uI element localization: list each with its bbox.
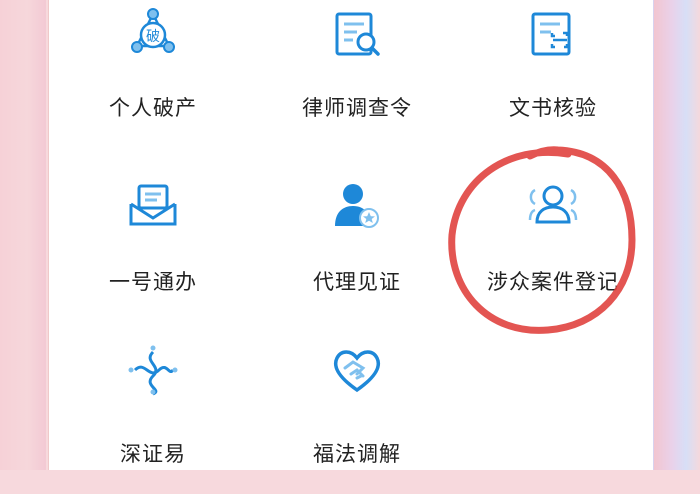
- service-tile-one-stop[interactable]: 一号通办: [53, 176, 253, 326]
- service-tile-fufa-mediation[interactable]: 福法调解: [257, 344, 457, 494]
- svg-text:破: 破: [146, 29, 160, 45]
- service-tile-document-verification[interactable]: 文书核验: [453, 0, 653, 150]
- service-label: 一号通办: [109, 270, 197, 294]
- service-label: 深证易: [120, 442, 186, 466]
- document-verify-icon: [527, 8, 579, 60]
- right-background-edge: [654, 0, 700, 470]
- service-tile-shenzhengyi[interactable]: 深证易: [53, 344, 253, 494]
- services-panel: 破 个人破产 律师调查令 文书核验 一号通办 代理见证 涉众案件登记 深证易 福…: [48, 0, 654, 470]
- service-label: 个人破产: [109, 96, 197, 120]
- mass-case-registration-icon: [527, 180, 579, 232]
- mediation-heart-icon: [331, 344, 383, 396]
- service-label: 文书核验: [509, 96, 597, 120]
- left-background-edge: [0, 0, 46, 470]
- service-label: 福法调解: [313, 442, 401, 466]
- bankruptcy-icon: 破: [127, 8, 179, 60]
- shenzhengyi-icon: [127, 344, 179, 396]
- service-tile-agent-witness[interactable]: 代理见证: [257, 176, 457, 326]
- service-tile-lawyer-investigation[interactable]: 律师调查令: [257, 0, 457, 150]
- service-label: 代理见证: [313, 270, 401, 294]
- service-grid: 破 个人破产 律师调查令 文书核验 一号通办 代理见证 涉众案件登记 深证易 福…: [49, 0, 653, 470]
- service-label: 律师调查令: [302, 96, 412, 120]
- service-tile-mass-case-registration[interactable]: 涉众案件登记: [453, 176, 653, 326]
- agent-witness-icon: [331, 180, 383, 232]
- service-tile-personal-bankruptcy[interactable]: 破 个人破产: [53, 0, 253, 150]
- investigation-order-icon: [331, 8, 383, 60]
- service-label: 涉众案件登记: [487, 270, 619, 294]
- one-stop-inbox-icon: [127, 180, 179, 232]
